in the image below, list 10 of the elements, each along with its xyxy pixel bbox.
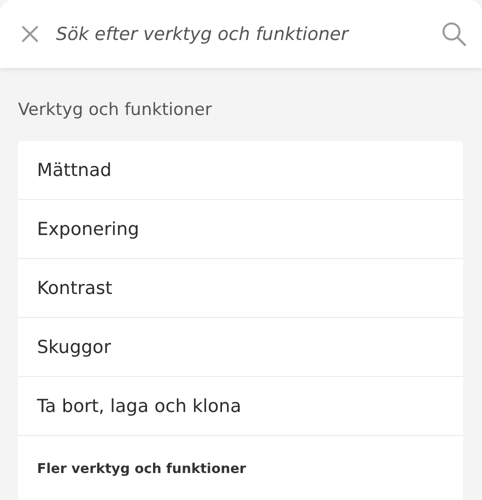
section-title: Verktyg och funktioner xyxy=(18,100,212,120)
tool-item[interactable]: Skuggor xyxy=(18,318,463,377)
tool-item[interactable]: Exponering xyxy=(18,200,463,259)
tool-item[interactable]: Ta bort, laga och klona xyxy=(18,377,463,436)
search-icon[interactable] xyxy=(440,20,468,48)
tool-item[interactable]: Kontrast xyxy=(18,259,463,318)
tool-item[interactable]: Mättnad xyxy=(18,141,463,200)
search-field[interactable]: Sök efter verktyg och funktioner xyxy=(56,20,426,48)
section-heading: Fler verktyg och funktioner xyxy=(37,461,246,477)
search-bar[interactable]: Sök efter verktyg och funktioner xyxy=(0,0,482,68)
